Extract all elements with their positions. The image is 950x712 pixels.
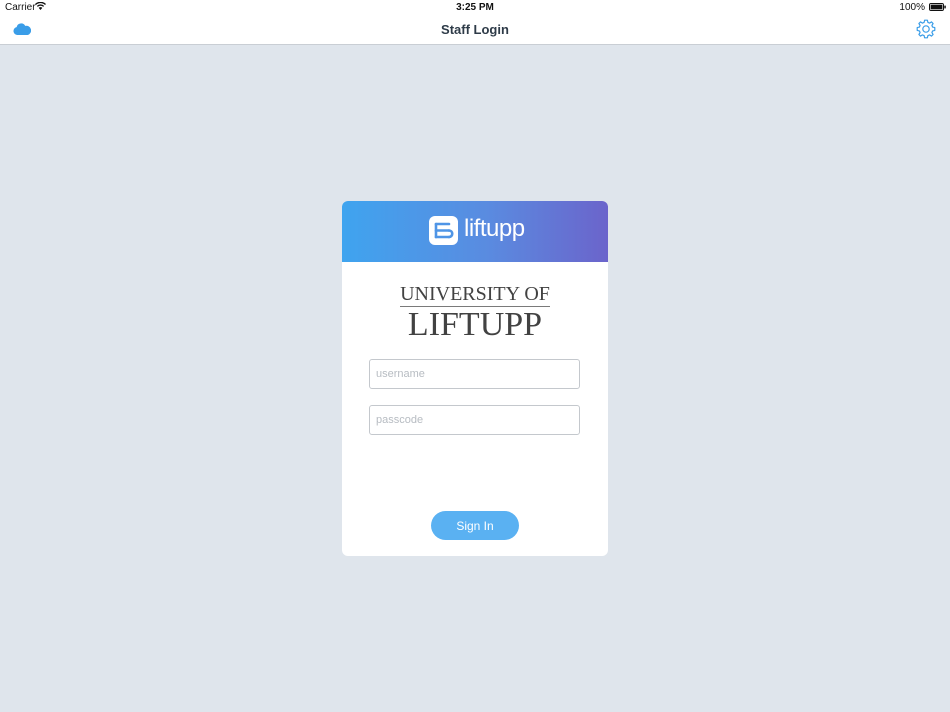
university-logo-line2: LIFTUPP [407, 306, 543, 343]
login-card: liftupp UNIVERSITY OF LIFTUPP Sign In [342, 201, 608, 556]
navigation-bar: Staff Login [0, 14, 950, 45]
university-logo: UNIVERSITY OF LIFTUPP [342, 283, 608, 342]
brand-name: liftupp [464, 215, 525, 242]
liftupp-logo-icon [429, 216, 458, 245]
passcode-field[interactable] [369, 405, 580, 435]
username-field[interactable] [369, 359, 580, 389]
sign-in-button[interactable]: Sign In [431, 511, 519, 540]
university-logo-line1: UNIVERSITY OF [400, 283, 550, 307]
card-header: liftupp [342, 201, 608, 262]
battery-percent: 100% [899, 2, 925, 13]
battery-icon [929, 3, 946, 11]
gear-icon[interactable] [916, 19, 936, 39]
status-bar: Carrier 3:25 PM 100% [0, 0, 950, 14]
status-time: 3:25 PM [456, 2, 494, 13]
page-title: Staff Login [441, 22, 509, 37]
